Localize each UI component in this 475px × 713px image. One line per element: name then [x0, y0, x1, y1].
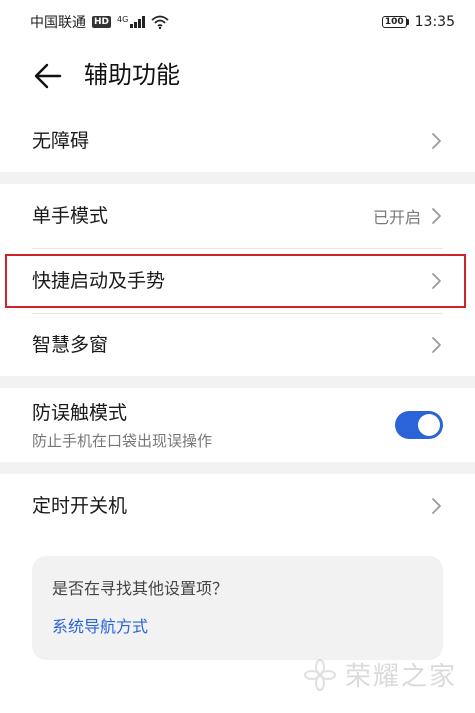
wifi-icon: [151, 15, 169, 29]
chevron-right-icon: [431, 272, 443, 290]
suggestion-card: 是否在寻找其他设置项？ 系统导航方式: [32, 556, 443, 660]
row-label: 智慧多窗: [32, 334, 109, 356]
chevron-right-icon: [431, 336, 443, 354]
carrier-name: 中国联通: [30, 15, 86, 31]
status-right: 100 13:35: [381, 14, 455, 30]
battery-level: 100: [381, 16, 407, 28]
section-gap: [0, 172, 475, 184]
status-left: 中国联通 HD 4G: [30, 12, 169, 32]
hd-badge: HD: [92, 16, 112, 28]
section-gap: [0, 376, 475, 388]
row-shortcuts-gestures[interactable]: 快捷启动及手势: [0, 249, 475, 313]
row-accessibility[interactable]: 无障碍: [0, 110, 475, 172]
chevron-right-icon: [431, 207, 443, 225]
row-text: 防误触模式 防止手机在口袋出现误操作: [32, 399, 212, 451]
row-scheduled-power[interactable]: 定时开关机: [0, 474, 475, 538]
watermark: 荣耀之家: [303, 656, 457, 693]
status-bar: 中国联通 HD 4G 100 13:35: [0, 0, 475, 44]
clock: 13:35: [414, 14, 455, 30]
row-accidental-touch[interactable]: 防误触模式 防止手机在口袋出现误操作: [0, 388, 475, 462]
battery-icon: 100: [381, 16, 409, 28]
page-header: 辅助功能: [0, 44, 475, 110]
row-label: 快捷启动及手势: [32, 270, 166, 292]
row-label: 定时开关机: [32, 495, 128, 517]
network-type: 4G: [117, 15, 129, 24]
toggle-knob: [418, 414, 440, 436]
row-sublabel: 防止手机在口袋出现误操作: [32, 432, 213, 450]
arrow-left-icon[interactable]: [32, 60, 64, 92]
row-label: 无障碍: [32, 130, 90, 152]
status-value: 已开启: [372, 208, 421, 227]
row-label: 防误触模式: [32, 402, 128, 424]
chevron-right-icon: [431, 497, 443, 515]
flower-icon: [303, 658, 337, 692]
page-title: 辅助功能: [84, 61, 180, 89]
row-smart-multiwindow[interactable]: 智慧多窗: [0, 314, 475, 376]
signal-icon: 4G: [117, 15, 146, 28]
watermark-text: 荣耀之家: [344, 662, 457, 692]
chevron-right-icon: [431, 132, 443, 150]
suggestion-question: 是否在寻找其他设置项？: [52, 579, 229, 598]
row-right: 已开启: [373, 204, 443, 228]
row-label: 单手模式: [32, 205, 109, 227]
section-gap: [0, 462, 475, 474]
accidental-touch-toggle[interactable]: [395, 411, 443, 439]
system-navigation-link[interactable]: 系统导航方式: [52, 616, 423, 638]
row-one-hand-mode[interactable]: 单手模式 已开启: [0, 184, 475, 248]
